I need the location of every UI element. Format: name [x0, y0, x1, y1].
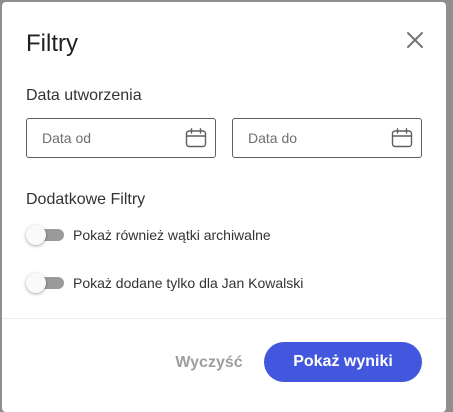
filters-dialog: Filtry Data utworzenia Dod — [2, 2, 446, 412]
dialog-title: Filtry — [26, 30, 78, 57]
close-icon[interactable] — [404, 29, 426, 51]
footer-divider — [2, 318, 446, 319]
toggle-row-mine: Pokaż dodane tylko dla Jan Kowalski — [26, 271, 426, 295]
clear-button[interactable]: Wyczyść — [172, 344, 246, 382]
toggle-row-archived: Pokaż również wątki archiwalne — [26, 223, 426, 247]
calendar-icon[interactable] — [391, 128, 413, 148]
date-to-input[interactable] — [233, 119, 383, 157]
archived-threads-toggle[interactable] — [26, 223, 66, 247]
date-from-field[interactable] — [26, 118, 216, 158]
show-results-button[interactable]: Pokaż wyniki — [264, 342, 422, 382]
toggle-knob — [26, 225, 46, 245]
calendar-icon[interactable] — [185, 128, 207, 148]
date-section-label: Data utworzenia — [26, 87, 142, 104]
date-to-field[interactable] — [232, 118, 422, 158]
archived-threads-label: Pokaż również wątki archiwalne — [73, 227, 271, 243]
only-mine-label: Pokaż dodane tylko dla Jan Kowalski — [73, 275, 304, 291]
toggle-knob — [26, 273, 46, 293]
only-mine-toggle[interactable] — [26, 271, 66, 295]
extra-filters-label: Dodatkowe Filtry — [26, 191, 146, 208]
date-from-input[interactable] — [27, 119, 177, 157]
